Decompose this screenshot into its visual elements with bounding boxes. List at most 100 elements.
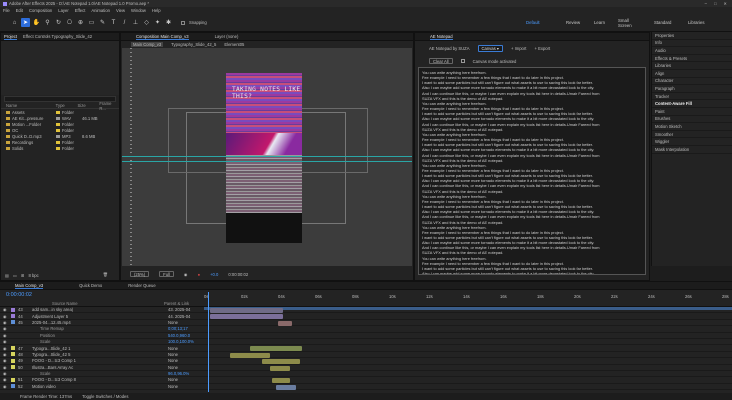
playhead[interactable]	[208, 292, 209, 392]
maximize-icon[interactable]: □	[714, 1, 717, 6]
label-swatch[interactable]	[11, 358, 15, 363]
list-item[interactable]: Solids Folder	[1, 145, 119, 151]
layer-bar[interactable]	[276, 384, 296, 390]
puppet-tool-icon[interactable]: ✱	[164, 18, 173, 27]
col-size[interactable]: Size	[78, 103, 100, 108]
layer-bar[interactable]	[210, 314, 283, 320]
composition-viewer[interactable]: TAKING NOTES LIKE THIS?	[122, 48, 412, 266]
tab-quick-demo[interactable]: Quick Demo	[79, 283, 102, 288]
label-swatch[interactable]	[56, 146, 60, 150]
panel-tracker[interactable]: Tracker	[652, 93, 732, 101]
workspace-standard[interactable]: Standard	[654, 20, 671, 25]
quality-select[interactable]: Full	[159, 271, 174, 277]
workspace-default[interactable]: Default	[526, 20, 540, 25]
workspace-small-screen[interactable]: Small Screen	[618, 18, 632, 28]
layer-bar[interactable]	[262, 359, 300, 365]
col-parent[interactable]: Parent & Link	[164, 301, 189, 306]
panel-wiggler[interactable]: Wiggler	[652, 138, 732, 146]
eye-icon[interactable]: ◉	[0, 365, 8, 370]
label-swatch[interactable]	[11, 320, 15, 325]
label-swatch[interactable]	[11, 384, 15, 389]
import-button[interactable]: + Import	[511, 46, 526, 51]
layer-parent[interactable]: None	[168, 384, 178, 389]
camera-icon[interactable]: ◉	[184, 272, 188, 277]
menu-item-animation[interactable]: Animation	[91, 8, 110, 13]
stamp-tool-icon[interactable]: ⊥	[131, 18, 140, 27]
col-frame-rate[interactable]: Frame R...	[99, 101, 119, 111]
panel-paragraph[interactable]: Paragraph	[652, 85, 732, 93]
tab-composition[interactable]: Composition Main Comp_v3	[136, 34, 189, 40]
label-swatch[interactable]	[11, 365, 15, 370]
rectangle-tool-icon[interactable]: ▭	[87, 18, 96, 27]
panel-audio[interactable]: Audio	[652, 47, 732, 55]
clear-all-button[interactable]: Clear All	[429, 58, 453, 64]
interpret-footage-icon[interactable]: ▤	[5, 273, 9, 278]
layer-bar[interactable]	[250, 346, 302, 352]
menu-item-layer[interactable]: Layer	[58, 8, 68, 13]
label-swatch[interactable]	[11, 352, 15, 357]
bpc-label[interactable]: 8 bpc	[28, 273, 38, 278]
timecode[interactable]: 0:00:00:02	[6, 292, 32, 298]
color-icon[interactable]: ●	[198, 272, 201, 277]
notepad-textarea[interactable]: You can write anything here freefrom. Fee…	[418, 67, 646, 275]
exposure-value[interactable]: +0.0	[210, 272, 218, 277]
workspace-review[interactable]: Review	[566, 20, 580, 25]
breadcrumb-item[interactable]: Typography_Slide_42_5	[171, 42, 216, 47]
layer-bar[interactable]	[230, 352, 270, 358]
layer-parent[interactable]: None	[168, 377, 178, 382]
menu-item-composition[interactable]: Composition	[29, 8, 52, 13]
eye-icon[interactable]: ◉	[0, 307, 8, 312]
label-swatch[interactable]	[11, 340, 15, 344]
panel-mask-interpolation[interactable]: Mask Interpolation	[652, 146, 732, 154]
layer-parent[interactable]: None	[168, 365, 178, 370]
label-swatch[interactable]	[56, 134, 60, 138]
tab-layer[interactable]: Layer (none)	[215, 34, 239, 39]
label-swatch[interactable]	[11, 307, 15, 312]
panel-brushes[interactable]: Brushes	[652, 116, 732, 124]
trash-icon[interactable]: 🗑	[103, 272, 108, 278]
layer-parent[interactable]: None	[168, 358, 178, 363]
col-type[interactable]: Type	[56, 103, 78, 108]
panel-motion-sketch[interactable]: Motion Sketch	[652, 123, 732, 131]
label-swatch[interactable]	[56, 122, 60, 126]
layer-bar[interactable]	[272, 378, 290, 384]
tab-render-queue[interactable]: Render Queue	[128, 283, 155, 288]
layer-parent[interactable]: 0;00;13;17	[168, 326, 188, 331]
eye-icon[interactable]: ◉	[0, 333, 8, 338]
tab-effect-controls[interactable]: Effect Controls Typography_Slide_42	[23, 34, 92, 39]
col-name[interactable]: Name	[6, 103, 56, 108]
eye-icon[interactable]: ◉	[0, 326, 8, 331]
tab-main-comp[interactable]: Main Comp_v3	[15, 283, 44, 289]
layer-parent[interactable]: 44. 2025-04	[168, 314, 190, 319]
eye-icon[interactable]: ◉	[0, 346, 8, 351]
tab-project[interactable]: Project	[4, 34, 18, 40]
eye-icon[interactable]: ◉	[0, 384, 8, 389]
label-swatch[interactable]	[11, 314, 15, 319]
mode-select[interactable]: Canvas ▾	[477, 44, 503, 52]
panel-info[interactable]: Info	[652, 40, 732, 48]
layer-bar[interactable]	[210, 308, 283, 313]
pan-tool-icon[interactable]: ⊕	[76, 18, 85, 27]
brush-tool-icon[interactable]: /	[120, 18, 129, 27]
export-button[interactable]: + Export	[534, 46, 550, 51]
panel-libraries[interactable]: Libraries	[652, 62, 732, 70]
minimize-icon[interactable]: –	[705, 1, 707, 6]
eye-icon[interactable]: ◉	[0, 377, 8, 382]
pen-tool-icon[interactable]: ✎	[98, 18, 107, 27]
panel-effects-presets[interactable]: Effects & Presets	[652, 55, 732, 63]
label-swatch[interactable]	[11, 333, 15, 337]
breadcrumb-item[interactable]: Element05	[224, 42, 244, 47]
label-swatch[interactable]	[56, 128, 60, 132]
new-folder-icon[interactable]: ▭	[13, 273, 17, 278]
label-swatch[interactable]	[11, 377, 15, 382]
layer-bar[interactable]	[270, 365, 290, 371]
canvas-mode-checkbox[interactable]	[460, 59, 465, 63]
new-comp-icon[interactable]: ⊞	[21, 273, 25, 278]
close-icon[interactable]: ✕	[723, 1, 727, 6]
layer-parent[interactable]: 96.0,96.0%	[168, 371, 189, 376]
panel-paint[interactable]: Paint	[652, 108, 732, 116]
hand-tool-icon[interactable]: ✋	[32, 18, 41, 27]
eye-icon[interactable]: ◉	[0, 371, 8, 376]
workspace-libraries[interactable]: Libraries	[688, 20, 704, 25]
panel-smoother[interactable]: Smoother	[652, 131, 732, 139]
